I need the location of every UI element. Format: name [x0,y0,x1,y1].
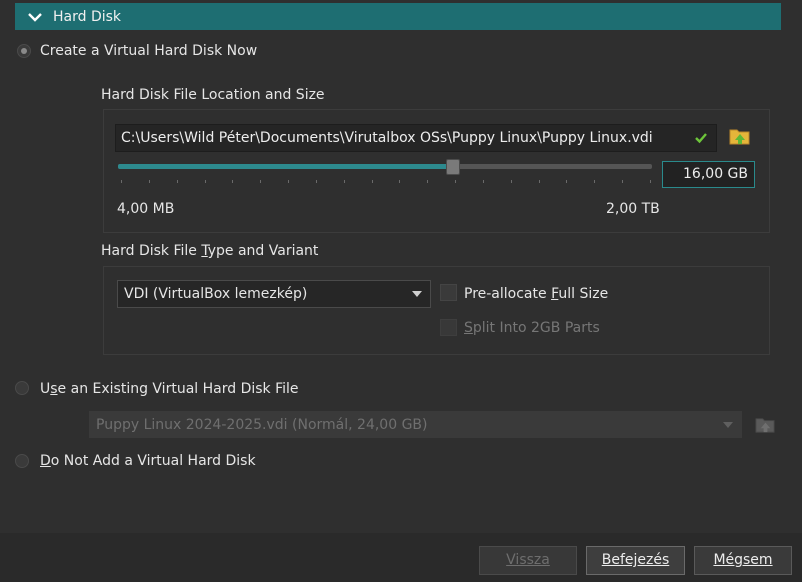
slider-tick [204,180,206,183]
create-now-label[interactable]: Create a Virtual Hard Disk Now [40,43,257,59]
dropdown-arrow-icon [723,421,733,428]
existing-disk-select[interactable]: Puppy Linux 2024-2025.vdi (Normál, 24,00… [89,411,742,438]
slider-tick [232,180,234,183]
slider-tick [622,180,624,183]
chevron-down-icon [28,12,42,22]
slider-tick [510,180,512,183]
slider-tick [176,180,178,183]
size-input[interactable]: 16,00 GB [662,161,755,188]
slider-tick [594,180,596,183]
section-title: Hard Disk [53,8,122,25]
slider-tick [566,180,568,183]
finish-button[interactable]: Befejezés [586,546,685,575]
dropdown-arrow-icon [412,291,422,297]
slider-tick [427,180,429,183]
slider-tick [288,180,290,183]
slider-tick [650,180,651,183]
location-heading: Hard Disk File Location and Size [101,87,325,103]
slider-min-label: 4,00 MB [117,201,175,217]
slider-tick [121,180,122,183]
size-slider-track[interactable] [118,164,652,169]
file-path-value: C:\Users\Wild Péter\Documents\Virutalbox… [121,130,653,146]
size-slider-handle[interactable] [446,159,460,175]
disk-type-value: VDI (VirtualBox lemezkép) [124,286,308,302]
slider-tick [148,180,150,183]
slider-tick [343,180,345,183]
create-now-radio[interactable] [17,44,31,58]
preallocate-checkbox[interactable] [440,284,457,301]
split-label: Split Into 2GB Parts [464,320,600,336]
folder-icon[interactable] [729,126,751,146]
slider-tick [399,180,401,183]
slider-tick [482,180,484,183]
use-existing-radio[interactable] [15,381,29,395]
use-existing-label[interactable]: Use an Existing Virtual Hard Disk File [40,381,299,397]
size-slider-fill [118,164,455,169]
disk-type-select[interactable]: VDI (VirtualBox lemezkép) [117,280,431,308]
slider-tick [260,180,262,183]
preallocate-label[interactable]: Pre-allocate Full Size [464,286,608,302]
checkmark-icon [695,133,707,144]
cancel-button[interactable]: Mégsem [694,546,792,575]
slider-tick [538,180,540,183]
back-button[interactable]: Vissza [479,546,577,575]
slider-tick [371,180,373,183]
hard-disk-section-header[interactable]: Hard Disk [15,3,781,30]
slider-tick [315,180,317,183]
do-not-add-label[interactable]: Do Not Add a Virtual Hard Disk [40,453,256,469]
existing-disk-value: Puppy Linux 2024-2025.vdi (Normál, 24,00… [96,416,428,433]
slider-max-label: 2,00 TB [606,201,660,217]
folder-icon-disabled[interactable] [755,415,776,434]
type-heading: Hard Disk File Type and Variant [101,243,319,259]
split-checkbox[interactable] [440,319,457,336]
do-not-add-radio[interactable] [15,454,29,468]
slider-tick [455,180,457,183]
file-path-field[interactable]: C:\Users\Wild Péter\Documents\Virutalbox… [115,124,717,152]
